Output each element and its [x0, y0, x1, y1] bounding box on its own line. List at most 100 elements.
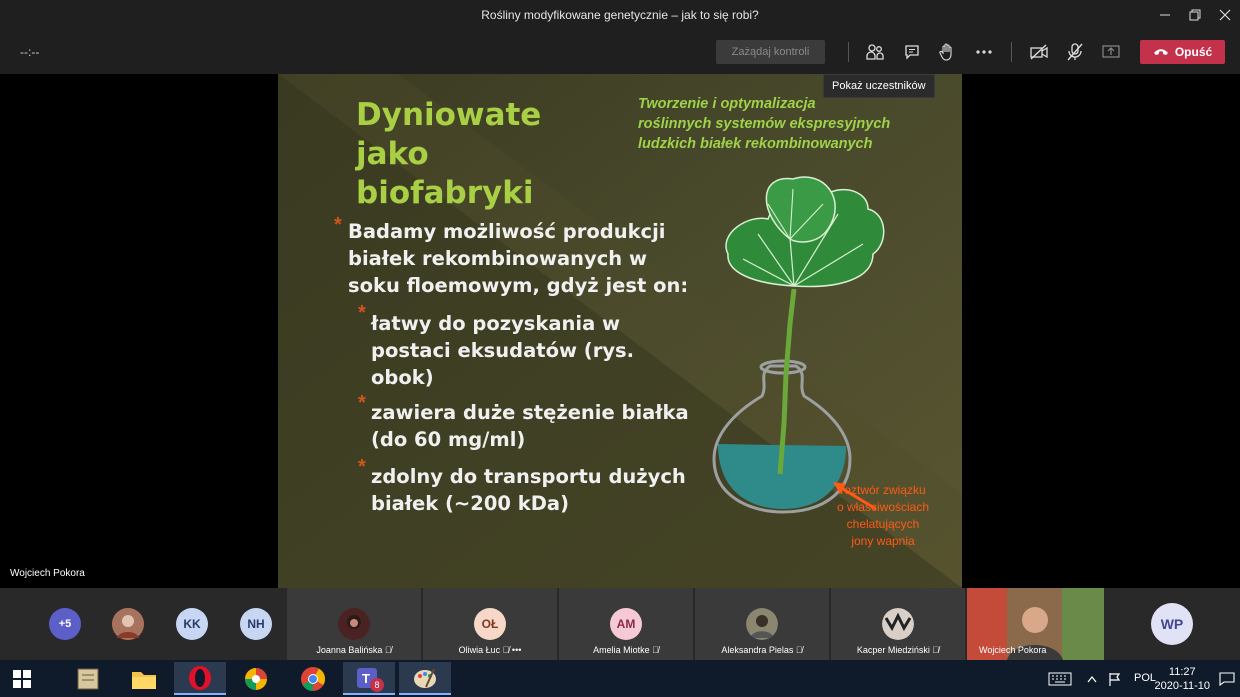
more-icon — [976, 50, 992, 54]
taskbar-app[interactable] — [62, 662, 114, 695]
mic-off-icon: 🎙̸ — [502, 645, 510, 655]
participant-photo-icon — [746, 608, 778, 640]
slide-subtitle-line: roślinnych systemów ekspresyjnych — [638, 116, 891, 132]
annotation-line: jony wapnia — [851, 534, 915, 548]
share-screen-button[interactable] — [1099, 40, 1123, 64]
show-hidden-icons-button[interactable] — [1082, 662, 1102, 695]
slide-title-line: biofabryki — [356, 175, 534, 211]
taskbar-app[interactable] — [230, 662, 282, 695]
chat-icon — [905, 45, 919, 60]
taskbar-app[interactable] — [118, 662, 170, 695]
window-title: Rośliny modyfikowane genetycznie – jak t… — [481, 8, 759, 22]
participant-avatar[interactable]: NH — [240, 608, 272, 640]
sub-bullet: łatwy do pozyskania w postaci eksudatów … — [371, 310, 634, 391]
participant-name: Kacper Miedziński 🎙̸ — [856, 645, 940, 655]
illustration-annotation: roztwór związku o właściwościach chelatu… — [818, 482, 948, 550]
window-title-bar: Rośliny modyfikowane genetycznie – jak t… — [0, 0, 1240, 30]
bullet-line: (do 60 mg/ml) — [371, 428, 526, 451]
slide-subtitle-line: ludzkich białek rekombinowanych — [638, 136, 873, 152]
keyboard-icon — [1048, 672, 1072, 685]
action-flag-button[interactable] — [1104, 662, 1126, 695]
bullet-star-icon: * — [358, 302, 366, 324]
participant-tile[interactable]: Joanna Balińska 🎙̸ — [287, 588, 421, 660]
microphone-off-icon — [1067, 43, 1083, 61]
start-button[interactable] — [0, 662, 44, 695]
participant-tile[interactable]: Aleksandra Pielas 🎙̸ — [695, 588, 829, 660]
participants-icon — [866, 44, 884, 60]
annotation-line: o właściwościach — [836, 500, 930, 514]
participant-name: Wojciech Pokora — [979, 645, 1047, 655]
participants-tooltip: Pokaż uczestników — [823, 74, 935, 98]
windows-taskbar: T 8 POL 11:27 2020-11-10 — [0, 660, 1240, 697]
meeting-control-bar: --:-- Zażądaj kontroli Opuść — [0, 30, 1240, 74]
bullet-line: postaci eksudatów (rys. — [371, 339, 635, 362]
touch-keyboard-button[interactable] — [1040, 662, 1080, 695]
taskbar-app[interactable] — [174, 662, 226, 695]
close-icon — [1219, 9, 1231, 21]
participant-photo-icon — [882, 608, 914, 640]
bullet-line: zawiera duże stężenie białka — [371, 401, 689, 424]
participant-avatar — [882, 608, 914, 640]
input-language[interactable]: POL — [1134, 672, 1156, 684]
show-participants-button[interactable] — [863, 40, 887, 64]
divider — [1011, 42, 1012, 62]
participant-name: Joanna Balińska 🎙̸ — [316, 645, 392, 655]
self-avatar[interactable]: WP — [1151, 603, 1193, 645]
request-control-button[interactable]: Zażądaj kontroli — [716, 40, 825, 64]
bullet-line: białek rekombinowanych w — [348, 247, 647, 270]
participant-tile[interactable]: Kacper Miedziński 🎙̸ — [831, 588, 965, 660]
participant-tile[interactable]: AM Amelia Miotke 🎙̸ — [559, 588, 693, 660]
participant-strip: +5 KK NH Joanna Balińska 🎙̸ OŁ Oliwia Łu… — [0, 588, 1240, 660]
raise-hand-button[interactable] — [935, 40, 959, 64]
meeting-timer: --:-- — [20, 45, 40, 59]
divider — [848, 42, 849, 62]
close-button[interactable] — [1208, 0, 1240, 30]
bullet-star-icon: * — [358, 456, 366, 478]
overflow-participants-button[interactable]: +5 — [49, 608, 81, 640]
participant-avatar: OŁ — [474, 608, 506, 640]
taskbar-app[interactable] — [399, 662, 451, 695]
bullet-line: białek (~200 kDa) — [371, 492, 569, 515]
notifications-icon — [1219, 671, 1235, 686]
taskbar-app-teams[interactable]: T 8 — [343, 662, 395, 695]
participant-avatar[interactable]: KK — [176, 608, 208, 640]
bullet-star-icon: * — [334, 214, 342, 236]
flag-icon — [1109, 672, 1121, 686]
sub-bullet: zdolny do transportu dużych białek (~200… — [371, 463, 686, 517]
bullet-line: Badamy możliwość produkcji — [348, 220, 666, 243]
bullet-star-icon: * — [358, 392, 366, 414]
clock-time: 11:27 — [1168, 666, 1196, 678]
svg-text:T: T — [362, 671, 370, 686]
participant-avatar — [338, 608, 370, 640]
microphone-toggle-button[interactable] — [1063, 40, 1087, 64]
more-icon: ••• — [511, 645, 522, 655]
more-actions-button[interactable] — [972, 40, 996, 64]
share-screen-icon — [1102, 45, 1120, 58]
leave-call-button[interactable]: Opuść — [1140, 40, 1225, 64]
mic-off-icon: 🎙̸ — [795, 645, 803, 655]
minimize-button[interactable] — [1148, 0, 1182, 30]
clock-date: 2020-11-10 — [1154, 680, 1210, 692]
restore-button[interactable] — [1178, 0, 1212, 30]
opera-browser-icon — [189, 665, 211, 690]
participant-video-tile[interactable]: Wojciech Pokora — [967, 588, 1104, 660]
participant-photo-icon — [112, 608, 144, 640]
plant-in-flask-illustration — [712, 176, 885, 514]
chevron-up-icon — [1087, 675, 1097, 682]
mic-off-icon: 🎙̸ — [652, 645, 659, 655]
system-clock[interactable]: 11:27 2020-11-10 — [1155, 665, 1210, 693]
bullet-line: soku floemowym, gdyż jest on: — [348, 274, 689, 297]
notifications-button[interactable] — [1214, 662, 1240, 695]
mic-off-icon: 🎙̸ — [384, 645, 392, 655]
raise-hand-icon — [939, 43, 952, 61]
chat-button[interactable] — [900, 40, 924, 64]
file-explorer-icon — [132, 671, 156, 689]
camera-toggle-button[interactable] — [1027, 40, 1051, 64]
bullet-line: zdolny do transportu dużych — [371, 465, 686, 488]
participant-tile[interactable]: OŁ Oliwia Łuc 🎙̸ ••• — [423, 588, 557, 660]
participant-avatar[interactable] — [112, 608, 144, 640]
presenter-name-label: Wojciech Pokora — [10, 568, 85, 579]
hang-up-icon — [1153, 49, 1168, 55]
mic-off-icon: 🎙̸ — [932, 645, 940, 655]
taskbar-app[interactable] — [287, 662, 339, 695]
